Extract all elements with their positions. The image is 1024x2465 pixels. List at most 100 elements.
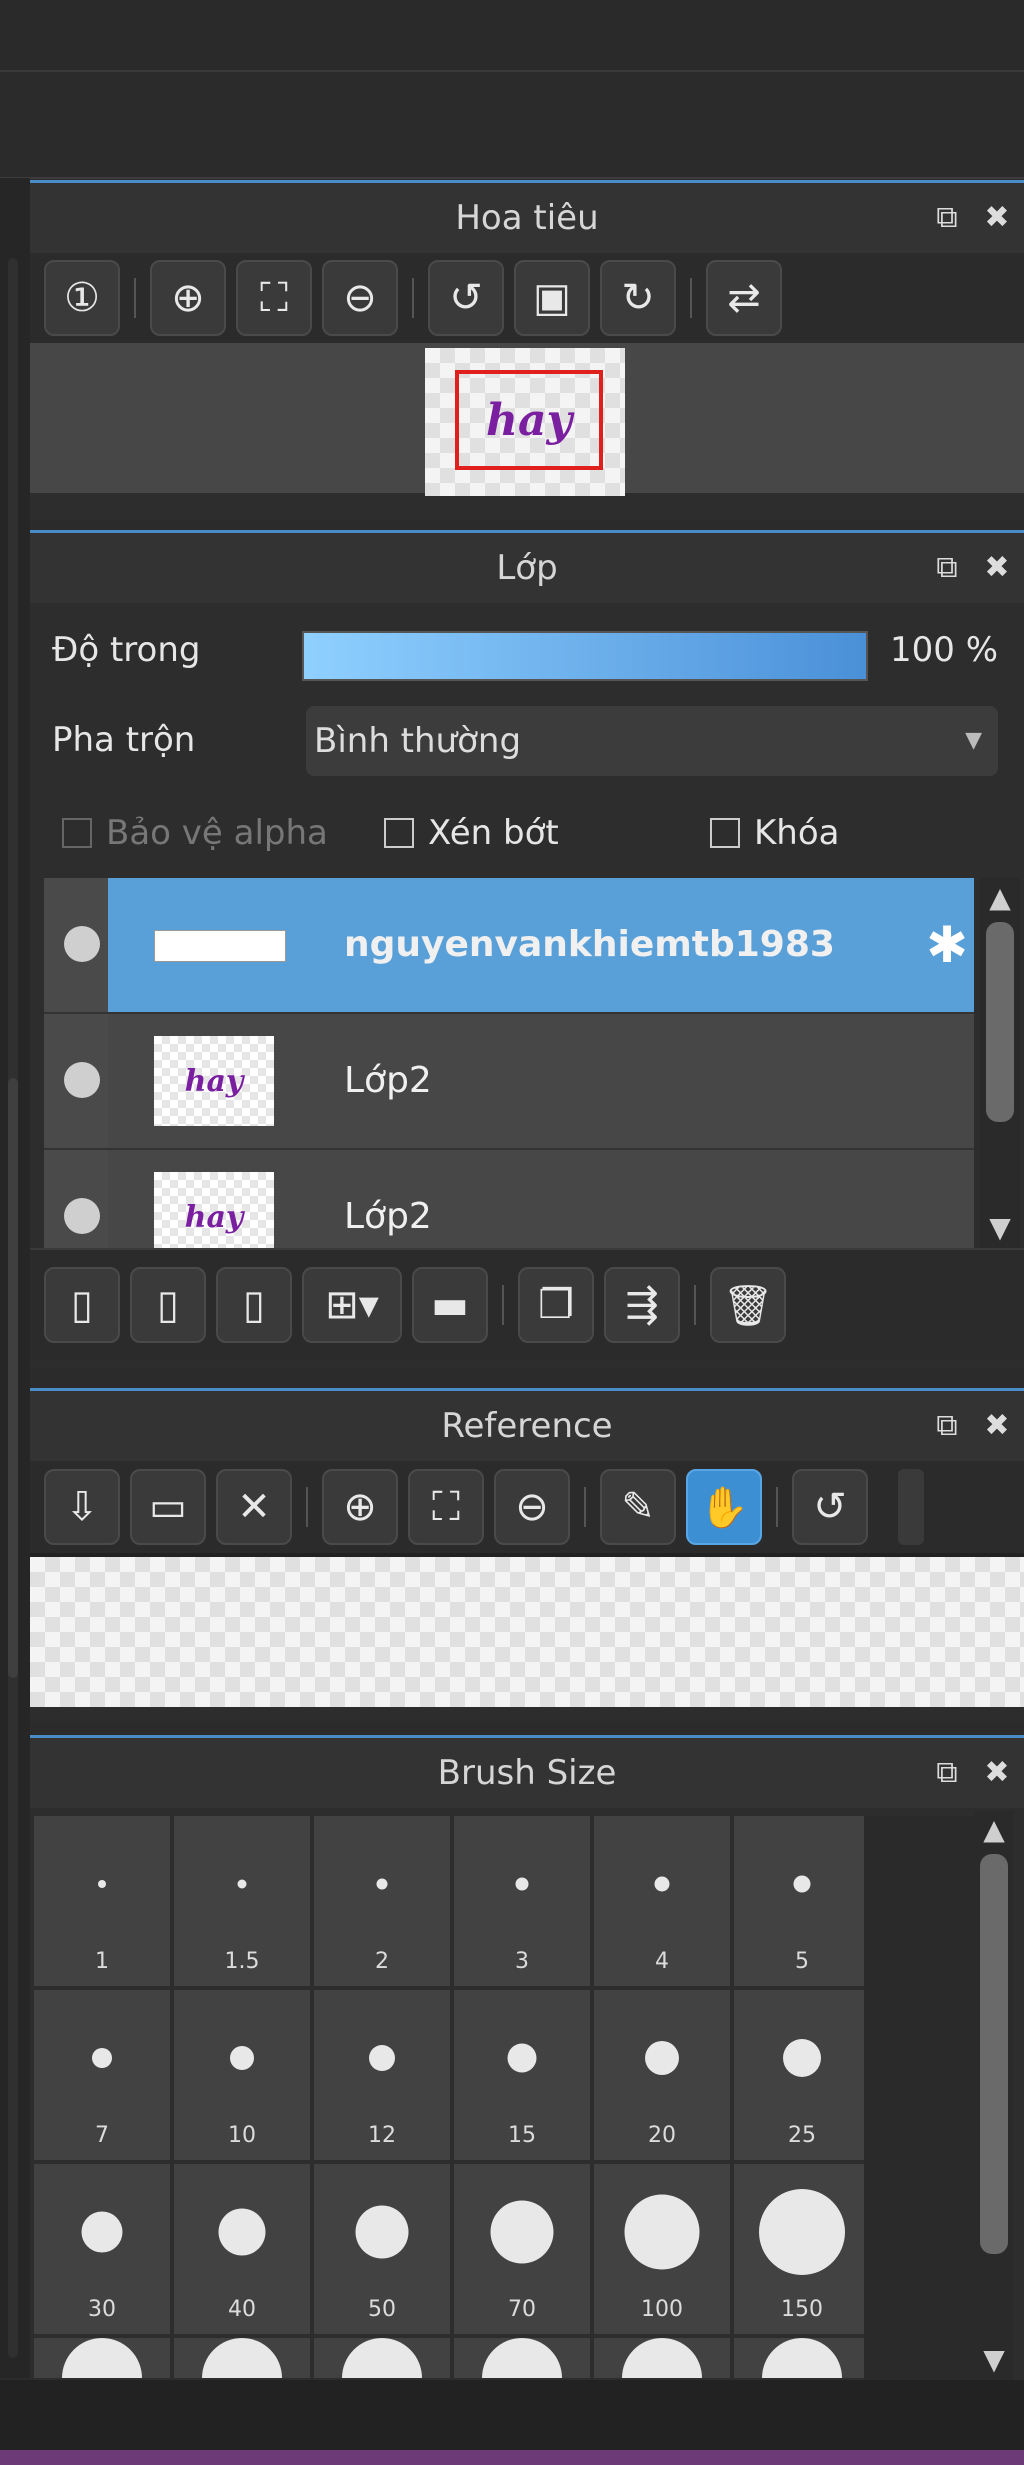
brush-size-option[interactable]: 4 (594, 1816, 730, 1986)
layer-item[interactable]: hay Lớp2 (44, 1150, 974, 1248)
layer-list[interactable]: nguyenvankhiemtb1983 ✱ hay Lớp2 hay Lớp2… (30, 878, 1024, 1248)
brush-size-option[interactable] (314, 2338, 450, 2378)
brush-size-preview (783, 2039, 821, 2077)
eye-icon[interactable] (64, 926, 100, 962)
protect-alpha-checkbox[interactable]: Bảo vệ alpha (62, 813, 328, 853)
close-icon[interactable]: ✖ (982, 203, 1012, 233)
bottom-bar (0, 2380, 1024, 2450)
layer-item[interactable]: hay Lớp2 (44, 1014, 974, 1150)
rotate-left-icon[interactable]: ↺ (792, 1469, 868, 1545)
blend-mode-select[interactable]: Bình thường ▼ (306, 706, 998, 776)
folder-icon[interactable]: ▬ (412, 1267, 488, 1343)
brush-size-option[interactable]: 50 (314, 2164, 450, 2334)
trash-icon[interactable]: 🗑 (710, 1267, 786, 1343)
opacity-slider[interactable] (302, 631, 868, 681)
new-layer-icon[interactable]: ▯ (44, 1267, 120, 1343)
brush-size-option[interactable]: 30 (34, 2164, 170, 2334)
zoom-actual-icon[interactable]: ① (44, 260, 120, 336)
layer-visibility-cell[interactable] (44, 1150, 108, 1248)
popout-icon[interactable]: ⧉ (932, 1758, 962, 1788)
clip-checkbox[interactable]: Xén bớt (384, 813, 559, 853)
eye-icon[interactable] (64, 1062, 100, 1098)
brush-size-option[interactable]: 3 (454, 1816, 590, 1986)
close-icon[interactable]: ✖ (982, 1758, 1012, 1788)
brush-size-panel: Brush Size ⧉ ✖ 1 1.5 2 3 4 5 7 10 12 15 20 25 30 40 50… (30, 1735, 1024, 2386)
left-scrollbar-thumb[interactable] (8, 1078, 18, 1678)
navigator-preview-canvas[interactable]: hay (425, 348, 625, 496)
scroll-up-icon[interactable]: ▲ (974, 1810, 1014, 1850)
close-icon[interactable]: ✖ (982, 1411, 1012, 1441)
checkbox-box[interactable] (710, 818, 740, 848)
brush-size-option[interactable] (34, 2338, 170, 2378)
brush-size-preview (515, 1877, 529, 1891)
zoom-in-icon[interactable]: ⊕ (322, 1469, 398, 1545)
zoom-out-icon[interactable]: ⊖ (322, 260, 398, 336)
fullscreen-icon[interactable]: ▣ (514, 260, 590, 336)
brush-size-preview (355, 2205, 409, 2259)
new-1bit-layer-icon[interactable]: ▯ (216, 1267, 292, 1343)
scroll-up-icon[interactable]: ▲ (980, 878, 1020, 918)
merge-down-icon[interactable]: ⇶ (604, 1267, 680, 1343)
brush-size-option[interactable]: 1.5 (174, 1816, 310, 1986)
brush-size-option[interactable]: 25 (734, 1990, 870, 2160)
new-8bit-layer-icon[interactable]: ▯ (130, 1267, 206, 1343)
layer-visibility-cell[interactable] (44, 1014, 108, 1148)
brush-size-option[interactable] (174, 2338, 310, 2378)
rotate-left-icon[interactable]: ↺ (428, 260, 504, 336)
brush-size-option[interactable]: 10 (174, 1990, 310, 2160)
add-layer-menu-icon[interactable]: ⊞▾ (302, 1267, 402, 1343)
popout-icon[interactable]: ⧉ (932, 1411, 962, 1441)
brush-size-option[interactable] (454, 2338, 590, 2378)
brush-size-option[interactable]: 70 (454, 2164, 590, 2334)
duplicate-layer-icon[interactable]: ❐ (518, 1267, 594, 1343)
eye-icon[interactable] (64, 1198, 100, 1234)
close-icon[interactable]: ✕ (216, 1469, 292, 1545)
brush-size-option[interactable]: 1 (34, 1816, 170, 1986)
fit-screen-icon[interactable]: ⛶ (236, 260, 312, 336)
brush-size-label: 50 (368, 2297, 396, 2322)
scroll-down-icon[interactable]: ▼ (980, 1208, 1020, 1248)
eyedropper-icon[interactable]: ✎ (600, 1469, 676, 1545)
left-scroll-strip[interactable] (0, 178, 30, 2378)
brush-size-option[interactable]: 5 (734, 1816, 870, 1986)
reference-toolbar-scroll[interactable] (898, 1469, 924, 1545)
fit-screen-icon[interactable]: ⛶ (408, 1469, 484, 1545)
checkbox-box[interactable] (62, 818, 92, 848)
brush-size-option[interactable]: 20 (594, 1990, 730, 2160)
import-icon[interactable]: ⇩ (44, 1469, 120, 1545)
open-folder-icon[interactable]: ▭ (130, 1469, 206, 1545)
brush-size-scrollbar[interactable]: ▲ ▼ (974, 1810, 1014, 2380)
scroll-down-icon[interactable]: ▼ (974, 2340, 1014, 2380)
reference-canvas[interactable] (30, 1553, 1024, 1707)
brush-size-preview (98, 1880, 106, 1888)
brush-size-option[interactable]: 15 (454, 1990, 590, 2160)
navigator-viewport-rect[interactable]: hay (455, 370, 603, 470)
navigator-preview-area[interactable]: hay (30, 343, 1024, 496)
brush-size-option[interactable]: 150 (734, 2164, 870, 2334)
popout-icon[interactable]: ⧉ (932, 203, 962, 233)
brush-size-preview (654, 1876, 670, 1892)
layer-visibility-cell[interactable] (44, 878, 108, 1012)
zoom-in-icon[interactable]: ⊕ (150, 260, 226, 336)
lock-checkbox[interactable]: Khóa (710, 813, 839, 853)
hand-icon[interactable]: ✋ (686, 1469, 762, 1545)
checkbox-box[interactable] (384, 818, 414, 848)
popout-icon[interactable]: ⧉ (932, 553, 962, 583)
brush-size-option[interactable] (734, 2338, 870, 2378)
flip-icon[interactable]: ⇄ (706, 260, 782, 336)
zoom-out-icon[interactable]: ⊖ (494, 1469, 570, 1545)
brush-size-option[interactable]: 2 (314, 1816, 450, 1986)
layer-list-scrollbar[interactable]: ▲ ▼ (980, 878, 1020, 1248)
layer-item[interactable]: nguyenvankhiemtb1983 ✱ (44, 878, 974, 1014)
brush-size-option[interactable]: 7 (34, 1990, 170, 2160)
brush-size-option[interactable] (594, 2338, 730, 2378)
brush-size-option[interactable]: 100 (594, 2164, 730, 2334)
scrollbar-thumb[interactable] (986, 922, 1014, 1122)
gear-icon[interactable]: ✱ (926, 920, 968, 970)
close-icon[interactable]: ✖ (982, 553, 1012, 583)
brush-size-option[interactable]: 40 (174, 2164, 310, 2334)
brush-size-option[interactable]: 12 (314, 1990, 450, 2160)
scrollbar-thumb[interactable] (980, 1854, 1008, 2254)
rotate-right-icon[interactable]: ↻ (600, 260, 676, 336)
toolbar-separator (776, 1487, 778, 1527)
